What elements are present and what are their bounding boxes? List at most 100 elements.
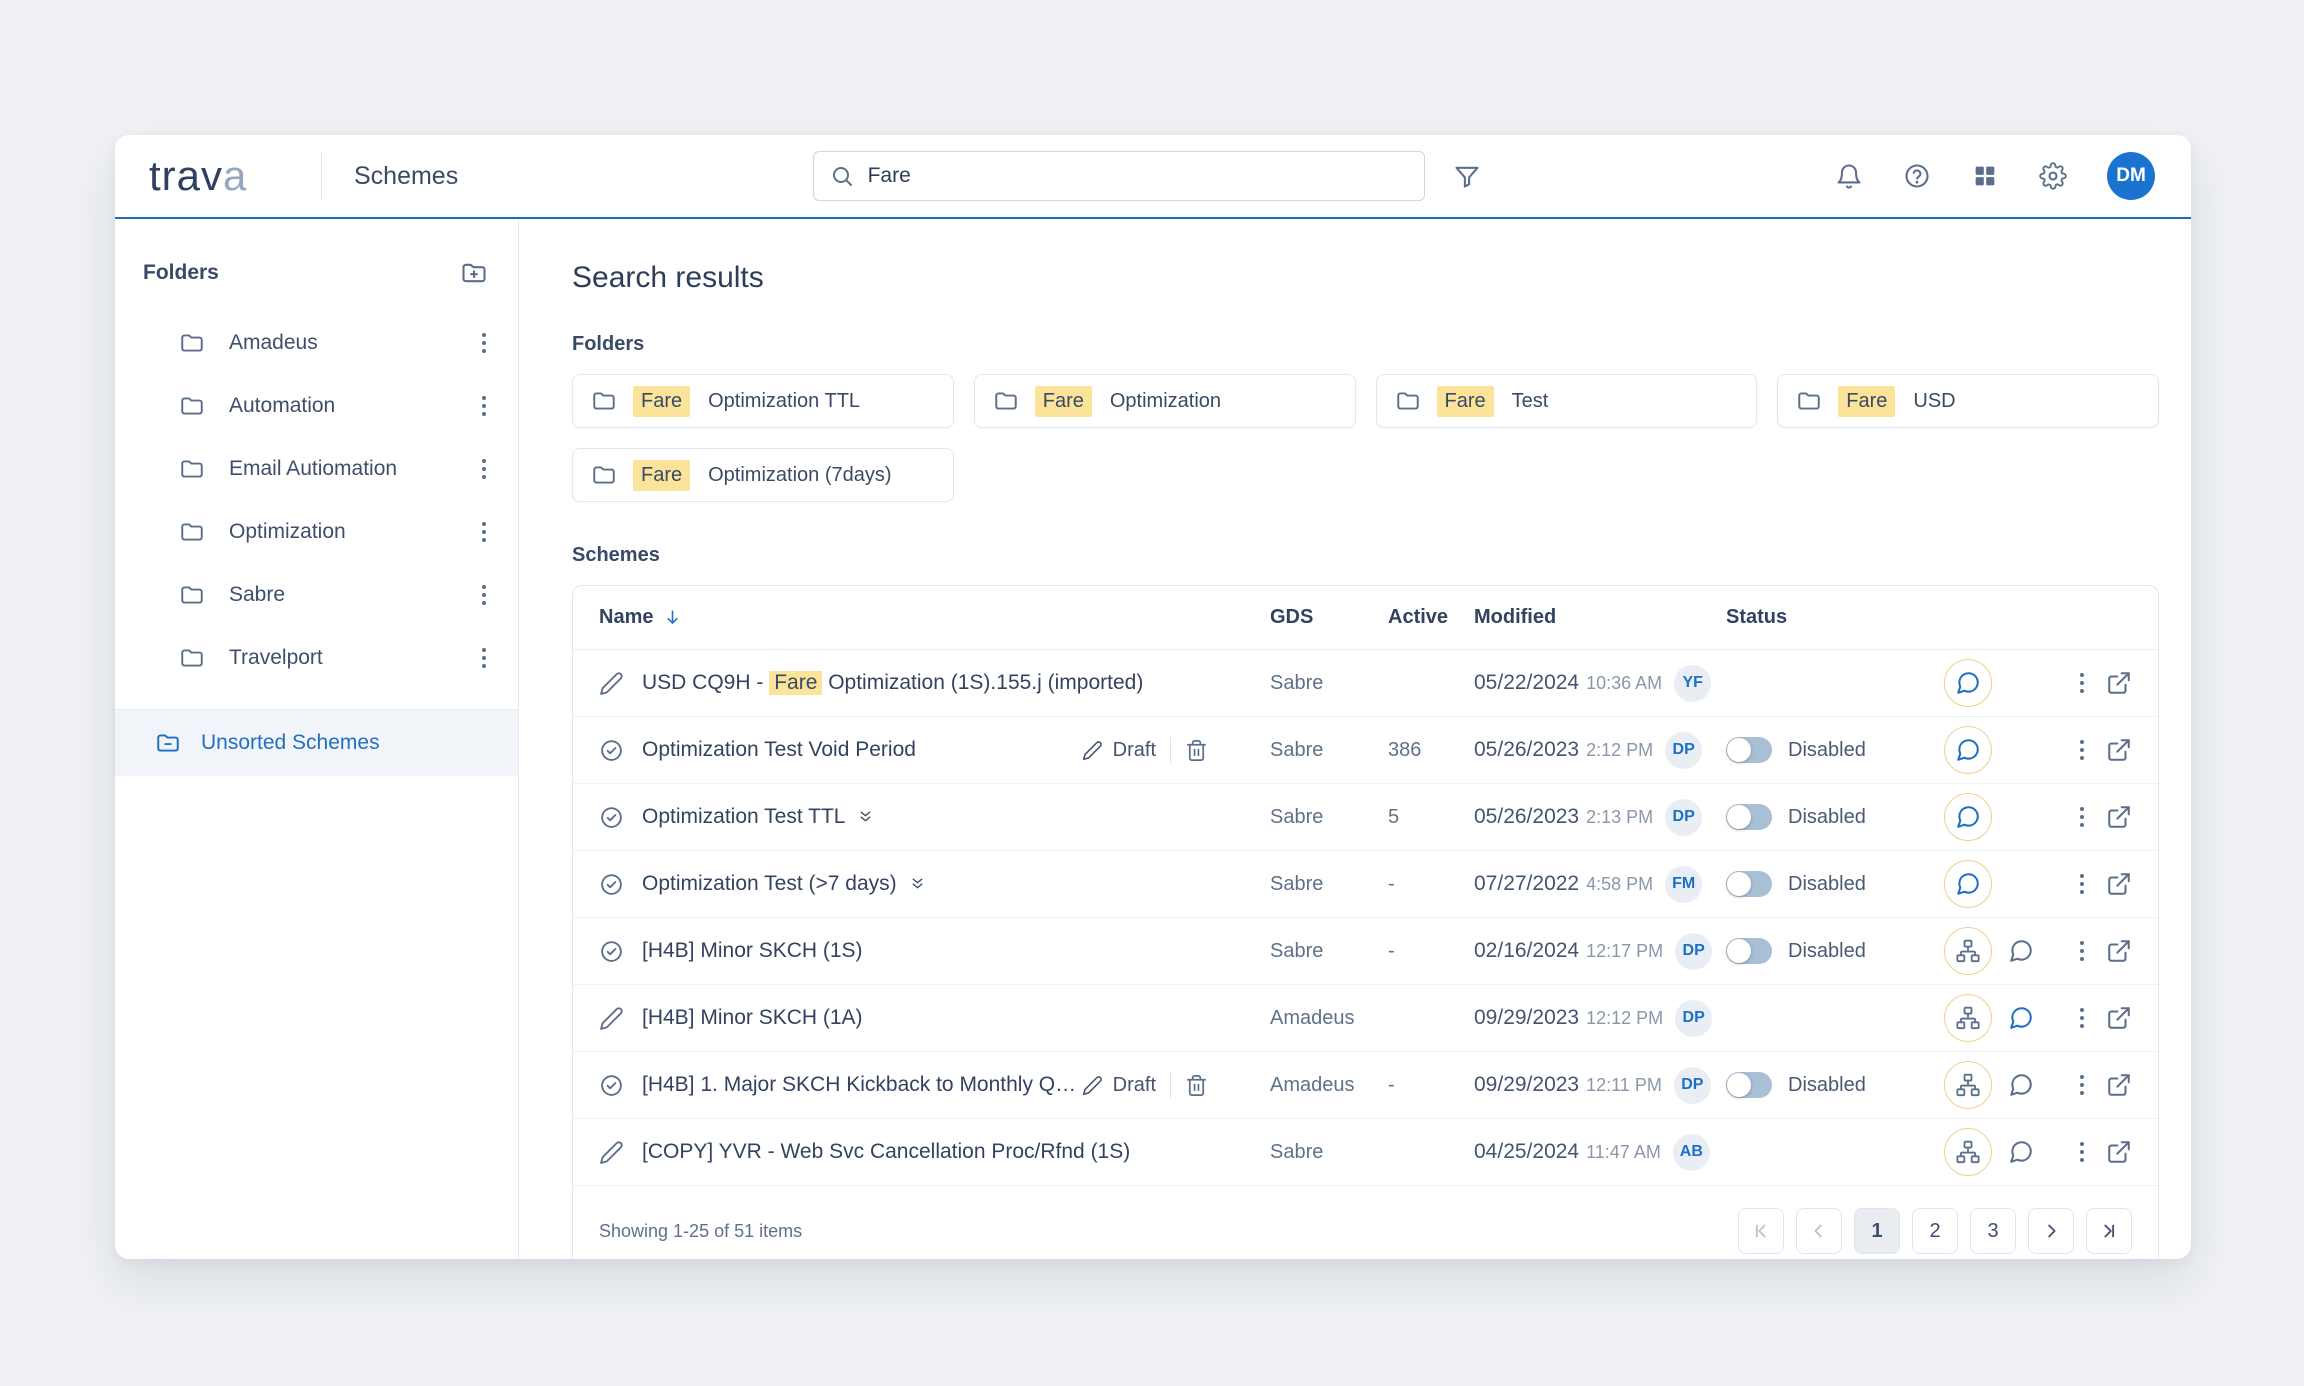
gds-value: Sabre — [1270, 806, 1388, 829]
status-label: Disabled — [1788, 873, 1866, 896]
table-row[interactable]: Optimization Test (>7 days) Sabre - 07/2… — [573, 851, 2158, 918]
row-menu-icon[interactable] — [2074, 1002, 2090, 1034]
search-box[interactable] — [813, 151, 1425, 201]
folder-result-chip[interactable]: Fare Optimization (7days) — [572, 448, 954, 502]
row-menu-icon[interactable] — [2074, 868, 2090, 900]
status-toggle[interactable] — [1726, 804, 1772, 830]
column-name[interactable]: Name — [599, 606, 653, 629]
external-link-icon[interactable] — [2106, 871, 2132, 897]
settings-gear-icon[interactable] — [2039, 162, 2067, 190]
external-link-icon[interactable] — [2106, 1005, 2132, 1031]
add-folder-icon[interactable] — [460, 259, 488, 287]
kebab-menu-icon[interactable] — [476, 579, 492, 611]
comments-button[interactable] — [1944, 793, 1992, 841]
notifications-bell-icon[interactable] — [1835, 162, 1863, 190]
delete-draft-icon[interactable] — [1185, 1074, 1208, 1097]
folder-result-chip[interactable]: Fare USD — [1777, 374, 2159, 428]
scheme-flow-button[interactable] — [1944, 994, 1992, 1042]
table-row[interactable]: [COPY] YVR - Web Svc Cancellation Proc/R… — [573, 1119, 2158, 1186]
table-row[interactable]: Optimization Test Void Period Draft Sabr… — [573, 717, 2158, 784]
external-link-icon[interactable] — [2106, 1139, 2132, 1165]
comments-button[interactable] — [1944, 860, 1992, 908]
row-menu-icon[interactable] — [2074, 667, 2090, 699]
edit-draft-button[interactable]: Draft — [1082, 1074, 1156, 1097]
folder-results: Fare Optimization TTL Fare Optimization … — [572, 374, 2159, 502]
folder-result-chip[interactable]: Fare Optimization TTL — [572, 374, 954, 428]
modified-time: 12:12 PM — [1586, 1008, 1663, 1029]
sidebar-item-amadeus[interactable]: Amadeus — [115, 311, 518, 374]
table-row[interactable]: [H4B] Minor SKCH (1A) Amadeus 09/29/2023… — [573, 985, 2158, 1052]
scheme-flow-button[interactable] — [1944, 927, 1992, 975]
scheme-flow-button[interactable] — [1944, 1061, 1992, 1109]
column-active[interactable]: Active — [1388, 606, 1474, 629]
sidebar-item-email-automation[interactable]: Email Autiomation — [115, 437, 518, 500]
pencil-icon — [599, 671, 624, 696]
sidebar-item-optimization[interactable]: Optimization — [115, 500, 518, 563]
column-modified[interactable]: Modified — [1474, 606, 1726, 629]
chat-bubble-icon[interactable] — [2008, 938, 2034, 964]
row-menu-icon[interactable] — [2074, 801, 2090, 833]
page-button-1[interactable]: 1 — [1854, 1208, 1900, 1254]
table-row[interactable]: Optimization Test TTL Sabre 5 05/26/2023… — [573, 784, 2158, 851]
kebab-menu-icon[interactable] — [476, 642, 492, 674]
row-menu-icon[interactable] — [2074, 1136, 2090, 1168]
edit-draft-button[interactable]: Draft — [1082, 739, 1156, 762]
next-page-button[interactable] — [2028, 1208, 2074, 1254]
status-toggle[interactable] — [1726, 871, 1772, 897]
chat-bubble-icon[interactable] — [2008, 1139, 2034, 1165]
double-chevron-down-icon[interactable] — [909, 876, 926, 893]
search-input[interactable] — [868, 164, 1408, 188]
external-link-icon[interactable] — [2106, 804, 2132, 830]
folder-result-chip[interactable]: Fare Test — [1376, 374, 1758, 428]
previous-page-button[interactable] — [1796, 1208, 1842, 1254]
check-circle-icon — [599, 872, 624, 897]
page-button-3[interactable]: 3 — [1970, 1208, 2016, 1254]
row-menu-icon[interactable] — [2074, 734, 2090, 766]
scheme-flow-button[interactable] — [1944, 1128, 1992, 1176]
table-row[interactable]: USD CQ9H - Fare Optimization (1S).155.j … — [573, 650, 2158, 717]
status-toggle[interactable] — [1726, 737, 1772, 763]
chat-bubble-icon[interactable] — [2008, 1005, 2034, 1031]
external-link-icon[interactable] — [2106, 670, 2132, 696]
sort-down-icon[interactable] — [663, 608, 682, 627]
table-row[interactable]: [H4B] 1. Major SKCH Kickback to Monthly … — [573, 1052, 2158, 1119]
gds-value: Amadeus — [1270, 1007, 1388, 1030]
double-chevron-down-icon[interactable] — [857, 809, 874, 826]
table-row[interactable]: [H4B] Minor SKCH (1S) Sabre - 02/16/2024… — [573, 918, 2158, 985]
status-toggle[interactable] — [1726, 1072, 1772, 1098]
kebab-menu-icon[interactable] — [476, 327, 492, 359]
external-link-icon[interactable] — [2106, 1072, 2132, 1098]
kebab-menu-icon[interactable] — [476, 390, 492, 422]
row-menu-icon[interactable] — [2074, 1069, 2090, 1101]
filter-button[interactable] — [1453, 162, 1481, 190]
folder-result-chip[interactable]: Fare Optimization — [974, 374, 1356, 428]
external-link-icon[interactable] — [2106, 737, 2132, 763]
user-avatar[interactable]: DM — [2107, 152, 2155, 200]
apps-grid-icon[interactable] — [1971, 162, 1999, 190]
chat-bubble-icon[interactable] — [2008, 1072, 2034, 1098]
delete-draft-icon[interactable] — [1185, 739, 1208, 762]
page-button-2[interactable]: 2 — [1912, 1208, 1958, 1254]
sidebar-item-automation[interactable]: Automation — [115, 374, 518, 437]
column-gds[interactable]: GDS — [1270, 606, 1388, 629]
kebab-menu-icon[interactable] — [476, 453, 492, 485]
modified-by-avatar: AB — [1673, 1134, 1710, 1171]
last-page-button[interactable] — [2086, 1208, 2132, 1254]
sidebar-item-unsorted-schemes[interactable]: Unsorted Schemes — [115, 710, 518, 776]
status-toggle[interactable] — [1726, 938, 1772, 964]
comments-button[interactable] — [1944, 726, 1992, 774]
sidebar-item-travelport[interactable]: Travelport — [115, 626, 518, 689]
kebab-menu-icon[interactable] — [476, 516, 492, 548]
external-link-icon[interactable] — [2106, 938, 2132, 964]
gds-value: Sabre — [1270, 1141, 1388, 1164]
modified-time: 2:13 PM — [1586, 807, 1653, 828]
search-term-highlight: Fare — [769, 671, 822, 695]
row-menu-icon[interactable] — [2074, 935, 2090, 967]
first-page-button[interactable] — [1738, 1208, 1784, 1254]
sidebar-item-sabre[interactable]: Sabre — [115, 563, 518, 626]
comments-button[interactable] — [1944, 659, 1992, 707]
chat-bubble-icon — [1955, 804, 1981, 830]
help-icon[interactable] — [1903, 162, 1931, 190]
column-status[interactable]: Status — [1726, 606, 1944, 629]
sitemap-icon — [1955, 1139, 1981, 1165]
